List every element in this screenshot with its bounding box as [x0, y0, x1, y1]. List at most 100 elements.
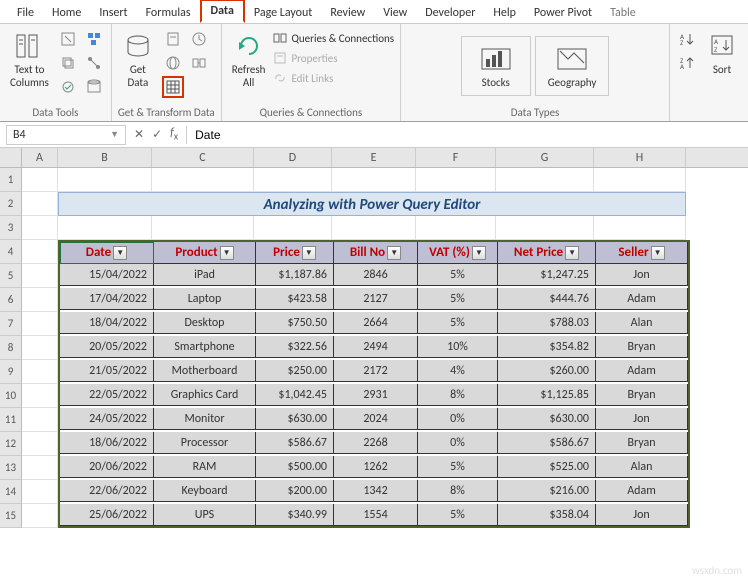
text-to-columns-button[interactable]: Text to Columns: [6, 28, 53, 91]
table-cell[interactable]: 17/04/2022: [60, 288, 154, 310]
table-header-product[interactable]: Product▼: [154, 242, 256, 264]
table-cell[interactable]: 18/06/2022: [60, 432, 154, 454]
cell[interactable]: [332, 216, 416, 240]
row-header[interactable]: 2: [0, 192, 22, 216]
table-cell[interactable]: Adam: [596, 360, 688, 382]
tab-home[interactable]: Home: [43, 3, 90, 23]
cell[interactable]: [22, 288, 58, 312]
formula-input[interactable]: [186, 126, 748, 144]
cell[interactable]: [22, 432, 58, 456]
table-cell[interactable]: $750.50: [256, 312, 334, 334]
table-cell[interactable]: $630.00: [256, 408, 334, 430]
cell[interactable]: [416, 216, 496, 240]
name-box[interactable]: B4 ▼: [6, 125, 126, 145]
consolidate-button[interactable]: [83, 28, 105, 50]
table-cell[interactable]: 2024: [334, 408, 418, 430]
tab-file[interactable]: File: [8, 3, 43, 23]
table-cell[interactable]: $630.00: [498, 408, 596, 430]
table-cell[interactable]: Desktop: [154, 312, 256, 334]
table-cell[interactable]: Jon: [596, 504, 688, 526]
from-table-range-button[interactable]: [162, 76, 184, 98]
row-header[interactable]: 10: [0, 384, 22, 408]
sort-za-button[interactable]: ZA: [676, 52, 698, 74]
sort-az-button[interactable]: AZ: [676, 28, 698, 50]
table-cell[interactable]: $788.03: [498, 312, 596, 334]
row-header[interactable]: 5: [0, 264, 22, 288]
cell[interactable]: [22, 360, 58, 384]
cell[interactable]: [254, 216, 332, 240]
tab-view[interactable]: View: [374, 3, 416, 23]
cell[interactable]: [594, 168, 686, 192]
row-header[interactable]: 15: [0, 504, 22, 528]
table-cell[interactable]: Keyboard: [154, 480, 256, 502]
table-cell[interactable]: 2664: [334, 312, 418, 334]
geography-button[interactable]: Geography: [535, 36, 610, 97]
tab-page-layout[interactable]: Page Layout: [245, 3, 321, 23]
cell[interactable]: [416, 168, 496, 192]
table-cell[interactable]: 4%: [418, 360, 498, 382]
table-cell[interactable]: 2268: [334, 432, 418, 454]
get-data-button[interactable]: Get Data: [118, 28, 158, 91]
table-cell[interactable]: $1,187.86: [256, 264, 334, 286]
tab-power-pivot[interactable]: Power Pivot: [525, 3, 601, 23]
table-cell[interactable]: 15/04/2022: [60, 264, 154, 286]
row-header[interactable]: 12: [0, 432, 22, 456]
tab-help[interactable]: Help: [484, 3, 525, 23]
cell[interactable]: [254, 168, 332, 192]
from-web-button[interactable]: [162, 52, 184, 74]
cancel-formula-button[interactable]: ✕: [130, 127, 148, 142]
row-header[interactable]: 11: [0, 408, 22, 432]
existing-connections-button[interactable]: [188, 52, 210, 74]
recent-sources-button[interactable]: [188, 28, 210, 50]
row-header[interactable]: 8: [0, 336, 22, 360]
cell[interactable]: [22, 384, 58, 408]
tab-table[interactable]: Table: [601, 3, 645, 23]
table-cell[interactable]: Jon: [596, 408, 688, 430]
row-header[interactable]: 9: [0, 360, 22, 384]
table-cell[interactable]: Jon: [596, 264, 688, 286]
edit-links-button[interactable]: Edit Links: [273, 68, 394, 88]
table-cell[interactable]: $250.00: [256, 360, 334, 382]
table-cell[interactable]: 5%: [418, 504, 498, 526]
table-cell[interactable]: Motherboard: [154, 360, 256, 382]
table-cell[interactable]: $525.00: [498, 456, 596, 478]
tab-formulas[interactable]: Formulas: [137, 3, 200, 23]
table-cell[interactable]: 24/05/2022: [60, 408, 154, 430]
queries-connections-button[interactable]: Queries & Connections: [273, 28, 394, 48]
table-cell[interactable]: Alan: [596, 312, 688, 334]
filter-button[interactable]: ▼: [220, 246, 234, 260]
col-header-A[interactable]: A: [22, 148, 58, 167]
cell[interactable]: [594, 216, 686, 240]
col-header-G[interactable]: G: [496, 148, 594, 167]
table-cell[interactable]: Bryan: [596, 432, 688, 454]
col-header-H[interactable]: H: [594, 148, 686, 167]
table-cell[interactable]: Graphics Card: [154, 384, 256, 406]
cell[interactable]: [22, 408, 58, 432]
cell[interactable]: [58, 168, 152, 192]
data-validation-button[interactable]: [57, 76, 79, 98]
table-cell[interactable]: 20/06/2022: [60, 456, 154, 478]
remove-duplicates-button[interactable]: [57, 52, 79, 74]
table-cell[interactable]: iPad: [154, 264, 256, 286]
table-cell[interactable]: 8%: [418, 384, 498, 406]
filter-button[interactable]: ▼: [651, 246, 665, 260]
table-header-net-price[interactable]: Net Price▼: [498, 242, 596, 264]
table-cell[interactable]: 5%: [418, 456, 498, 478]
table-cell[interactable]: $260.00: [498, 360, 596, 382]
filter-button[interactable]: ▼: [565, 246, 579, 260]
refresh-all-button[interactable]: Refresh All: [228, 28, 270, 91]
table-header-seller[interactable]: Seller▼: [596, 242, 688, 264]
table-cell[interactable]: Adam: [596, 288, 688, 310]
table-cell[interactable]: Processor: [154, 432, 256, 454]
tab-developer[interactable]: Developer: [416, 3, 484, 23]
table-header-price[interactable]: Price▼: [256, 242, 334, 264]
table-cell[interactable]: 2931: [334, 384, 418, 406]
table-cell[interactable]: $340.99: [256, 504, 334, 526]
table-cell[interactable]: 2127: [334, 288, 418, 310]
table-cell[interactable]: Monitor: [154, 408, 256, 430]
row-header[interactable]: 3: [0, 216, 22, 240]
cell[interactable]: [22, 336, 58, 360]
table-cell[interactable]: 2494: [334, 336, 418, 358]
cell[interactable]: [496, 168, 594, 192]
relationships-button[interactable]: [83, 52, 105, 74]
